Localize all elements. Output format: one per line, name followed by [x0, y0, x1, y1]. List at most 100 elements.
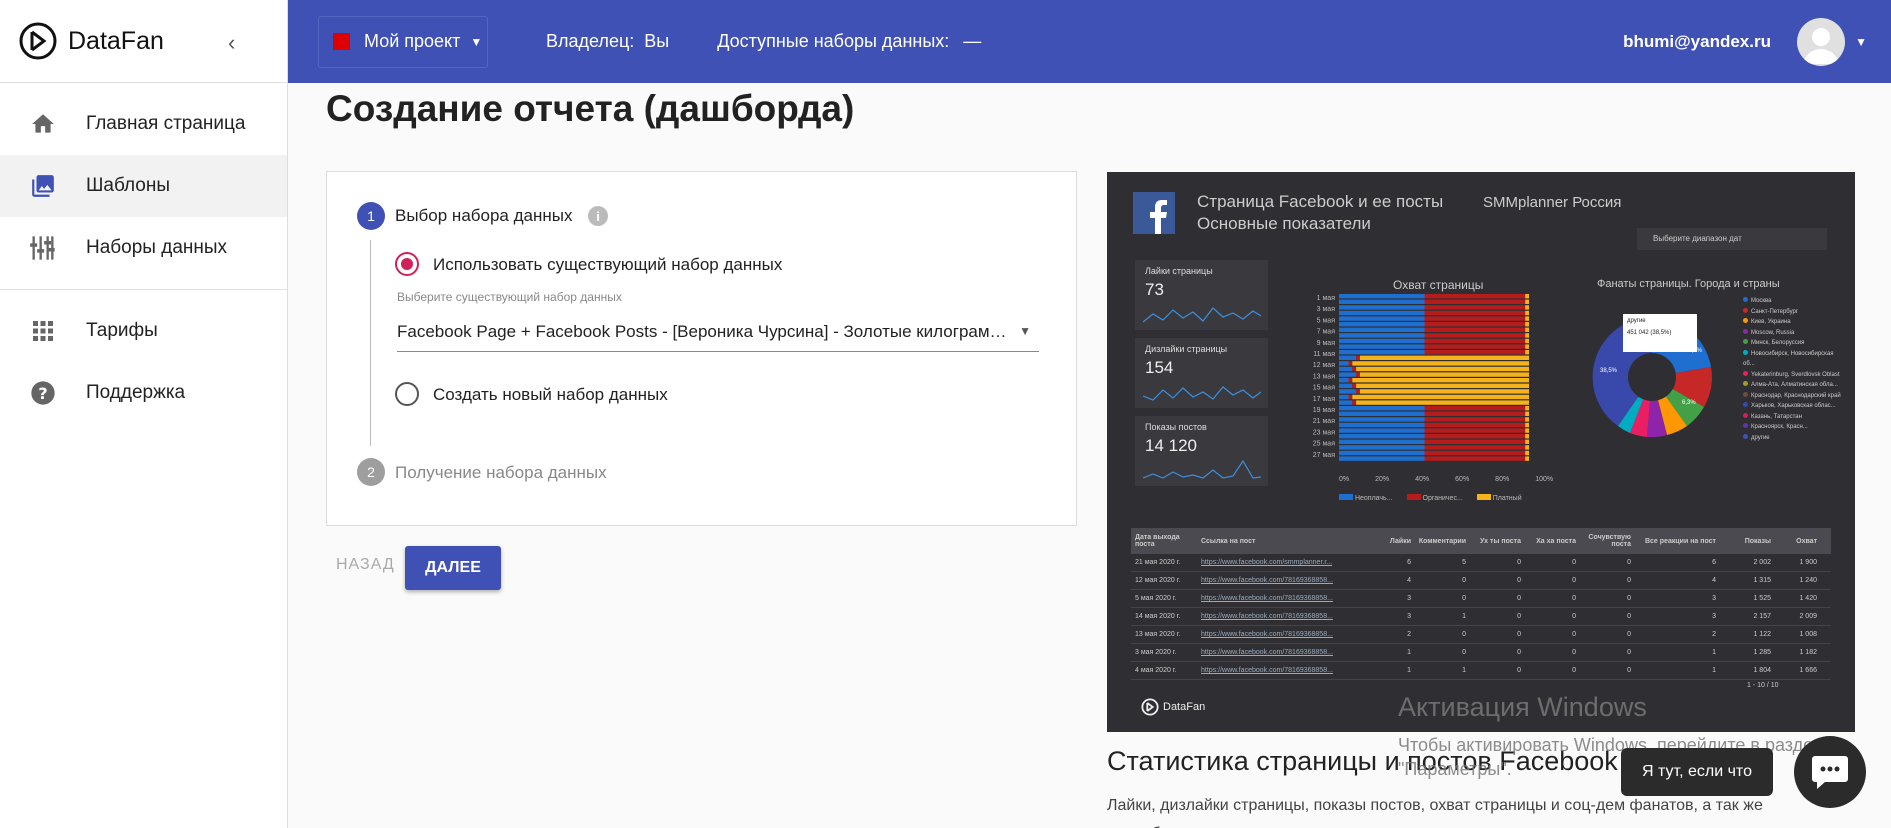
reach-date-label: 7 мая: [1317, 329, 1336, 336]
table-cell: 0: [1572, 667, 1576, 674]
dataset-icon: [28, 233, 58, 263]
reach-date-label: 23 мая: [1313, 429, 1335, 436]
chat-tooltip[interactable]: Я тут, если что: [1621, 748, 1773, 796]
chat-icon: [1812, 756, 1848, 789]
reach-bar-segment: [1424, 305, 1526, 310]
reach-bar-segment: [1339, 378, 1349, 383]
fans-legend-item: Алма-Ата, Алматинская обла...: [1743, 380, 1843, 391]
chat-button[interactable]: [1794, 736, 1866, 808]
table-row: 3 мая 2020 г. https://www.facebook.com/78…: [1131, 644, 1831, 662]
table-cell: 4: [1712, 577, 1716, 584]
chevron-left-icon[interactable]: ‹: [228, 30, 235, 56]
table-cell: 0: [1517, 595, 1521, 602]
table-cell: 0: [1572, 649, 1576, 656]
sidebar-item-label: Шаблоны: [86, 175, 171, 196]
table-cell: 4: [1407, 577, 1411, 584]
sidebar-item-templates[interactable]: Шаблоны: [0, 155, 287, 217]
table-cell: 4 мая 2020 г.: [1135, 667, 1177, 674]
reach-bar-segment: [1352, 394, 1529, 400]
table-cell: 2 009: [1799, 613, 1817, 620]
table-cell: 3 мая 2020 г.: [1135, 649, 1177, 656]
table-cell: 0: [1462, 577, 1466, 584]
table-cell: 0: [1627, 631, 1631, 638]
template-description: Лайки, дизлайки страницы, показы постов,…: [1107, 797, 1763, 828]
reach-bar-segment: [1424, 333, 1526, 338]
reach-bar-segment: [1525, 406, 1529, 411]
reach-bar-segment: [1339, 450, 1425, 456]
image-icon: [28, 171, 58, 201]
facebook-icon: [1133, 192, 1175, 234]
fans-legend-item: Краснодар, Краснодарский край: [1743, 391, 1843, 402]
reach-bar-chart: 1 мая 3 мая 5 мая 7 мая 9 мая 11 мая 12 мая 13 …: [1313, 294, 1529, 461]
table-cell: https://www.facebook.com/smmplanner.r...: [1201, 559, 1333, 566]
reach-bar-segment: [1348, 361, 1353, 366]
fans-legend-item: Санкт-Петербург: [1743, 307, 1843, 318]
radio-new-label[interactable]: Создать новый набор данных: [433, 385, 668, 405]
table-cell: 1 122: [1753, 631, 1771, 638]
template-preview[interactable]: Страница Facebook и ее посты Основные по…: [1107, 172, 1855, 732]
reach-bar-segment: [1424, 294, 1526, 299]
reach-bar-segment: [1525, 450, 1529, 456]
table-header-cell: Охват: [1796, 537, 1817, 545]
table-cell: 13 мая 2020 г.: [1135, 631, 1181, 638]
reach-bar-segment: [1339, 372, 1357, 377]
datasets-label: Доступные наборы данных:: [717, 31, 950, 51]
table-cell: https://www.facebook.com/78169368858...: [1201, 613, 1333, 620]
owner-label: Владелец:: [546, 31, 635, 51]
reach-bar-segment: [1339, 350, 1425, 355]
back-button[interactable]: НАЗАД: [336, 556, 395, 574]
dataset-select[interactable]: Facebook Page + Facebook Posts - [Верони…: [397, 312, 1039, 352]
table-cell: 0: [1627, 577, 1631, 584]
reach-bar-segment: [1339, 305, 1425, 310]
user-email[interactable]: bhumi@yandex.ru: [1623, 32, 1771, 52]
reach-bar-segment: [1424, 316, 1526, 321]
reach-bar-segment: [1525, 299, 1529, 304]
sidebar-item-home[interactable]: Главная страница: [0, 93, 287, 155]
info-icon[interactable]: i: [588, 206, 608, 226]
sidebar-item-tariffs[interactable]: Тарифы: [0, 300, 287, 362]
radio-existing-dataset[interactable]: [395, 252, 419, 276]
reach-bar-segment: [1525, 344, 1529, 349]
select-hint: Выберите существующий набор данных: [397, 290, 622, 304]
page-title: Создание отчета (дашборда): [326, 88, 855, 129]
sidebar-item-support[interactable]: ? Поддержка: [0, 362, 287, 424]
fans-legend-item: Киев, Украина: [1743, 317, 1843, 328]
fans-tooltip: другие 451 042 (38,5%): [1623, 314, 1697, 352]
caret-down-icon[interactable]: ▼: [1855, 35, 1867, 49]
reach-bar-segment: [1525, 305, 1529, 310]
table-cell: https://www.facebook.com/78169368858...: [1201, 595, 1333, 602]
reach-bar-segment: [1339, 428, 1425, 433]
reach-bar-segment: [1356, 366, 1529, 372]
table-cell: 3: [1712, 613, 1716, 620]
reach-bar-segment: [1424, 350, 1526, 355]
avatar[interactable]: [1797, 17, 1845, 66]
reach-bar-segment: [1525, 445, 1529, 450]
project-name: Мой проект: [364, 31, 461, 51]
pie-label: 34,9%: [1685, 348, 1703, 354]
dataset-select-value: Facebook Page + Facebook Posts - [Верони…: [397, 321, 1007, 341]
reach-bar-segment: [1525, 428, 1529, 433]
radio-existing-label[interactable]: Использовать существующий набор данных: [433, 255, 782, 275]
table-cell: 1 285: [1753, 649, 1771, 656]
reach-legend: Неоплачь... Органичес... Платный: [1339, 494, 1522, 502]
table-cell: 3: [1407, 613, 1411, 620]
reach-date-label: 15 мая: [1313, 385, 1335, 392]
preview-footer-logo: DataFan: [1141, 698, 1205, 716]
reach-bar-segment: [1352, 400, 1357, 405]
wizard-card: 1 Выбор набора данных i Использовать сущ…: [326, 171, 1077, 526]
next-button[interactable]: ДАЛЕЕ: [405, 546, 501, 590]
logo[interactable]: DataFan: [0, 0, 287, 83]
kpi-value: 73: [1145, 280, 1164, 299]
radio-new-dataset[interactable]: [395, 382, 419, 406]
table-cell: 1: [1462, 667, 1466, 674]
reach-bar-segment: [1424, 310, 1526, 316]
reach-bar-segment: [1424, 299, 1526, 304]
project-selector[interactable]: Мой проект ▼: [318, 15, 488, 68]
sidebar-item-label: Тарифы: [86, 320, 158, 341]
table-header-cell: Показы: [1744, 537, 1771, 545]
table-cell: 0: [1627, 649, 1631, 656]
datasets-value: —: [963, 31, 982, 51]
sidebar-item-datasets[interactable]: Наборы данных: [0, 217, 287, 279]
table-cell: 0: [1517, 613, 1521, 620]
kpi-label: Дизлайки страницы: [1145, 344, 1228, 354]
